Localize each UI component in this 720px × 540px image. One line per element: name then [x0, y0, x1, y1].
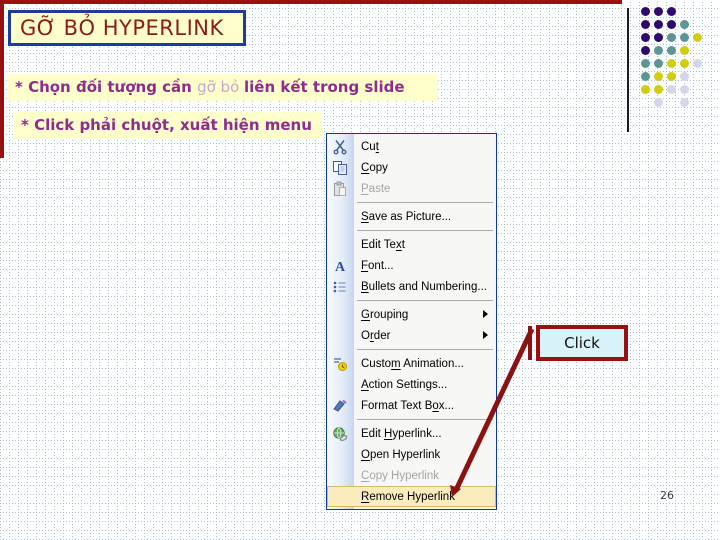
decoration-dot	[680, 33, 689, 42]
decoration-dot	[654, 20, 663, 29]
decoration-dot	[680, 20, 689, 29]
menu-item-label: Font...	[361, 259, 394, 272]
decoration-dot	[654, 59, 663, 68]
context-menu-items: Cut Copy Paste Save as Picture... Edit Text A…	[327, 136, 496, 507]
menu-item-label: Paste	[361, 182, 391, 195]
decoration-dot	[641, 59, 650, 68]
bullets-icon	[331, 278, 349, 296]
font-icon: A	[331, 257, 349, 275]
decoration-dot	[654, 72, 663, 81]
decoration-dot	[654, 7, 663, 16]
left-accent-bar	[0, 0, 4, 158]
bullet-line-2: * Click phải chuột, xuất hiện menu	[14, 112, 322, 139]
menu-separator	[357, 230, 493, 231]
title-box: GỠ BỎ HYPERLINK	[8, 10, 246, 46]
decoration-dot	[693, 33, 702, 42]
top-accent-bar	[0, 0, 622, 4]
menu-item-order[interactable]: Order	[327, 325, 496, 346]
menu-item-label: Bullets and Numbering...	[361, 280, 487, 293]
menu-item-format-text-box[interactable]: Format Text Box...	[327, 395, 496, 416]
decoration-dot	[680, 98, 689, 107]
menu-item-label: Action Settings...	[361, 378, 448, 391]
paste-icon	[331, 180, 349, 198]
click-callout[interactable]: Click	[536, 325, 628, 361]
menu-separator	[357, 300, 493, 301]
menu-item-label: Remove Hyperlink	[361, 490, 455, 503]
bullet1-post: liên kết trong slide	[244, 78, 405, 96]
decoration-dot	[641, 46, 650, 55]
decoration-dot	[667, 20, 676, 29]
menu-item-cut[interactable]: Cut	[327, 136, 496, 157]
menu-item-edit-hyperlink[interactable]: Edit Hyperlink...	[327, 423, 496, 444]
context-menu: Cut Copy Paste Save as Picture... Edit Text A…	[326, 133, 497, 510]
decoration-dot	[667, 59, 676, 68]
decoration-dot	[641, 72, 650, 81]
bullet2-text: * Click phải chuột, xuất hiện menu	[21, 116, 312, 134]
divider-line	[627, 8, 629, 132]
decoration-dot	[654, 33, 663, 42]
bullet1-pre: * Chọn đối tượng cần	[15, 78, 198, 96]
menu-item-label: Edit Text	[361, 238, 405, 251]
menu-item-bullets-and-numbering[interactable]: Bullets and Numbering...	[327, 276, 496, 297]
menu-separator	[357, 202, 493, 203]
slide: GỠ BỎ HYPERLINK * Chọn đối tượng cần gỡ …	[0, 0, 720, 540]
decoration-dot	[680, 72, 689, 81]
menu-item-remove-hyperlink[interactable]: Remove Hyperlink	[327, 486, 496, 507]
submenu-arrow-icon	[483, 331, 488, 339]
decoration-dot	[680, 59, 689, 68]
menu-item-grouping[interactable]: Grouping	[327, 304, 496, 325]
bullet-line-1: * Chọn đối tượng cần gỡ bỏ liên kết tron…	[8, 74, 438, 101]
custom-animation-icon	[331, 355, 349, 373]
menu-item-label: Order	[361, 329, 391, 342]
menu-item-copy[interactable]: Copy	[327, 157, 496, 178]
decoration-dot	[680, 46, 689, 55]
menu-item-label: Grouping	[361, 308, 409, 321]
menu-item-open-hyperlink[interactable]: Open Hyperlink	[327, 444, 496, 465]
decoration-dot	[667, 7, 676, 16]
decoration-dot	[693, 59, 702, 68]
decoration-dot	[667, 33, 676, 42]
bullet1-hyperlink-text[interactable]: gỡ bỏ	[197, 78, 244, 96]
menu-item-font[interactable]: A Font...	[327, 255, 496, 276]
menu-item-custom-animation[interactable]: Custom Animation...	[327, 353, 496, 374]
dot-decoration	[641, 7, 707, 111]
decoration-dot	[654, 46, 663, 55]
menu-item-label: Copy Hyperlink	[361, 469, 439, 482]
decoration-dot	[654, 85, 663, 94]
page-title: GỠ BỎ HYPERLINK	[20, 16, 224, 40]
menu-item-save-as-picture[interactable]: Save as Picture...	[327, 206, 496, 227]
menu-item-copy-hyperlink[interactable]: Copy Hyperlink	[327, 465, 496, 486]
submenu-arrow-icon	[483, 310, 488, 318]
menu-item-label: Save as Picture...	[361, 210, 452, 223]
decoration-dot	[680, 85, 689, 94]
menu-item-label: Copy	[361, 161, 388, 174]
page-number: 26	[660, 489, 674, 502]
click-callout-label: Click	[564, 334, 600, 352]
menu-item-edit-text[interactable]: Edit Text	[327, 234, 496, 255]
menu-item-label: Format Text Box...	[361, 399, 455, 412]
decoration-dot	[641, 85, 650, 94]
decoration-dot	[641, 7, 650, 16]
decoration-dot	[641, 20, 650, 29]
menu-separator	[357, 419, 493, 420]
decoration-dot	[667, 72, 676, 81]
menu-item-action-settings[interactable]: Action Settings...	[327, 374, 496, 395]
menu-item-paste[interactable]: Paste	[327, 178, 496, 199]
decoration-dot	[667, 46, 676, 55]
format-icon	[331, 397, 349, 415]
copy-icon	[331, 159, 349, 177]
decoration-dot	[667, 85, 676, 94]
svg-text:A: A	[335, 260, 346, 274]
decoration-dot	[641, 33, 650, 42]
menu-item-label: Custom Animation...	[361, 357, 464, 370]
hyperlink-icon	[331, 425, 349, 443]
menu-separator	[357, 349, 493, 350]
menu-item-label: Edit Hyperlink...	[361, 427, 442, 440]
decoration-dot	[654, 98, 663, 107]
scissors-icon	[331, 138, 349, 156]
menu-item-label: Cut	[361, 140, 379, 153]
menu-item-label: Open Hyperlink	[361, 448, 441, 461]
